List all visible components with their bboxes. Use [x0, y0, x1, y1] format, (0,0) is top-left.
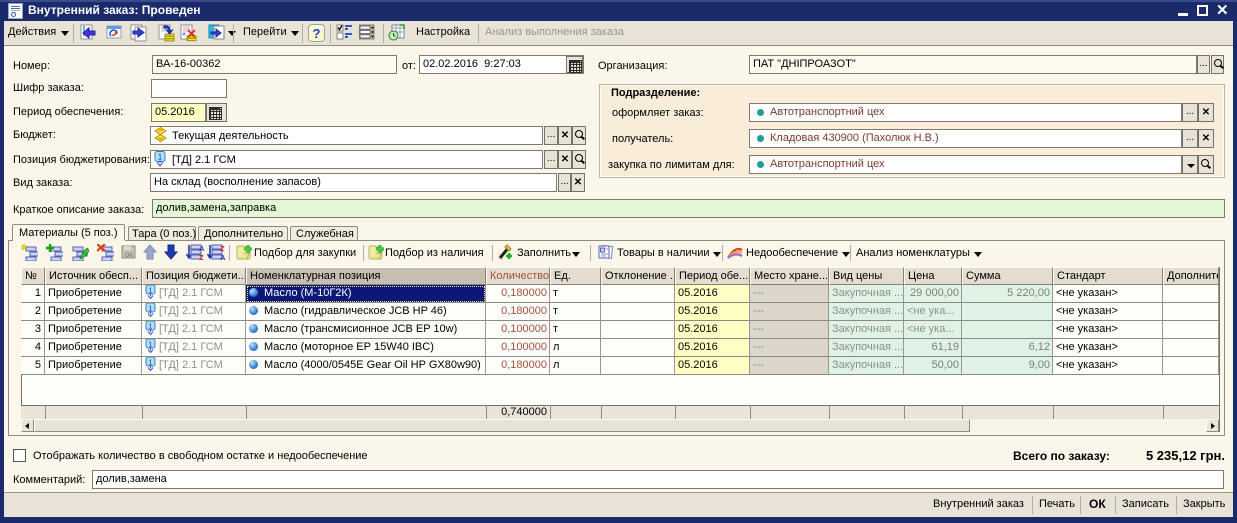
svg-text:OK: OK — [125, 253, 135, 259]
svg-text:1: 1 — [158, 153, 163, 162]
svg-text:A: A — [220, 253, 226, 261]
svg-text:Z: Z — [220, 244, 225, 253]
svg-text:Z: Z — [199, 253, 204, 261]
svg-text:A: A — [199, 244, 205, 253]
